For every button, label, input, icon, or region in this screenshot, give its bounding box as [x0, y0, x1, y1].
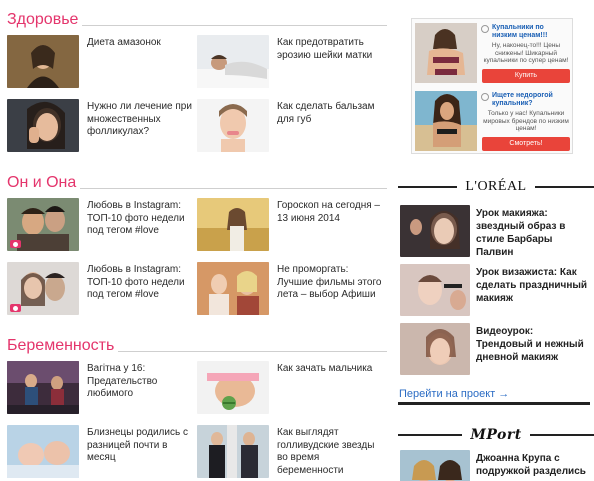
- loreal-header: L'ORÉAL: [398, 177, 594, 197]
- video-card[interactable]: Урок макияжа: звездный образ в стиле Бар…: [400, 205, 594, 259]
- article-card[interactable]: Близнецы родились с разницей почти в мес…: [7, 425, 197, 481]
- article-title[interactable]: Как предотвратить эрозию шейки матки: [277, 37, 385, 62]
- left-column: Здоровье Диета амазонок Как предотвратит…: [0, 0, 390, 481]
- section-title: Он и Она: [7, 168, 387, 192]
- article-title[interactable]: Любовь в Instagram: ТОП-10 фото недели п…: [87, 200, 195, 238]
- loreal-logo[interactable]: L'ORÉAL: [457, 179, 534, 195]
- article-thumbnail[interactable]: [7, 425, 79, 478]
- article-thumbnail[interactable]: [197, 361, 269, 414]
- video-thumbnail[interactable]: [400, 205, 470, 257]
- mport-logo[interactable]: MPort: [462, 427, 529, 443]
- go-to-project-link[interactable]: Перейти на проект →: [399, 388, 509, 400]
- section-rule: [398, 402, 590, 405]
- article-title[interactable]: Как зачать мальчика: [277, 363, 385, 376]
- article-title[interactable]: Как сделать бальзам для губ: [277, 101, 385, 126]
- article-card[interactable]: Любовь в Instagram: ТОП-10 фото недели п…: [7, 262, 197, 318]
- view-button[interactable]: Смотреть!: [482, 137, 570, 151]
- camera-icon: [10, 304, 21, 312]
- article-card[interactable]: Диета амазонок: [7, 35, 197, 91]
- article-card[interactable]: Вагітна у 16: Предательство любимого: [7, 361, 197, 417]
- video-thumbnail[interactable]: [400, 264, 470, 316]
- article-card[interactable]: Как предотвратить эрозию шейки матки: [197, 35, 387, 91]
- article-title[interactable]: Как выглядят голливудские звезды во врем…: [277, 427, 385, 477]
- article-title[interactable]: Нужно ли лечение при множественных фолли…: [87, 101, 195, 139]
- article-card[interactable]: Гороскоп на сегодня – 13 июня 2014: [197, 198, 387, 254]
- article-title[interactable]: Любовь в Instagram: ТОП-10 фото недели п…: [87, 264, 195, 302]
- ad-block: Купальники по низким ценам!!! Ну, наконе…: [411, 18, 573, 154]
- divider: [398, 186, 458, 188]
- article-thumbnail[interactable]: [7, 262, 79, 315]
- article-card[interactable]: Как выглядят голливудские звезды во врем…: [197, 425, 387, 481]
- divider: [529, 434, 594, 436]
- article-title[interactable]: Близнецы родились с разницей почти в мес…: [87, 427, 195, 465]
- section-title-text[interactable]: Беременность: [7, 337, 114, 355]
- ad-title[interactable]: Купальники по низким ценам!!!: [492, 24, 570, 40]
- ad-unit[interactable]: Ищете недорогой купальник? Только у нас!…: [412, 88, 572, 152]
- ad-image[interactable]: [415, 91, 477, 151]
- article-thumbnail[interactable]: [7, 99, 79, 152]
- article-thumbnail[interactable]: [197, 262, 269, 315]
- ad-text: Только у нас! Купальники мировых брендов…: [483, 110, 569, 132]
- ad-image[interactable]: [415, 23, 477, 83]
- article-card[interactable]: Джоанна Крупа с подружкой разделись для: [400, 450, 594, 481]
- article-thumbnail[interactable]: [197, 425, 269, 478]
- divider: [398, 434, 463, 436]
- article-thumbnail[interactable]: [197, 35, 269, 88]
- video-title[interactable]: Видеоурок: Трендовый и нежный дневной ма…: [476, 325, 592, 364]
- section-title: Здоровье: [7, 5, 387, 29]
- article-thumbnail[interactable]: [197, 99, 269, 152]
- article-thumbnail[interactable]: [7, 35, 79, 88]
- ad-title[interactable]: Ищете недорогой купальник?: [492, 92, 570, 108]
- mport-header: MPort: [398, 425, 594, 445]
- section-title-text[interactable]: Здоровье: [7, 11, 78, 29]
- video-card[interactable]: Видеоурок: Трендовый и нежный дневной ма…: [400, 323, 594, 377]
- video-title[interactable]: Урок визажиста: Как сделать праздничный …: [476, 266, 592, 305]
- section-divider: [82, 25, 387, 26]
- article-card[interactable]: Как сделать бальзам для губ: [197, 99, 387, 155]
- section-divider: [80, 188, 387, 189]
- ad-unit[interactable]: Купальники по низким ценам!!! Ну, наконе…: [412, 20, 572, 84]
- article-card[interactable]: Не проморгать: Лучшие фильмы этого лета …: [197, 262, 387, 318]
- divider: [534, 186, 594, 188]
- article-card[interactable]: Любовь в Instagram: ТОП-10 фото недели п…: [7, 198, 197, 254]
- article-title[interactable]: Джоанна Крупа с подружкой разделись для: [476, 452, 592, 481]
- section-title-text[interactable]: Он и Она: [7, 174, 76, 192]
- section-title: Беременность: [7, 331, 387, 355]
- section-divider: [118, 351, 387, 352]
- section-pregnancy: Беременность: [7, 331, 387, 355]
- article-card[interactable]: Нужно ли лечение при множественных фолли…: [7, 99, 197, 155]
- article-thumbnail[interactable]: [400, 450, 470, 481]
- article-thumbnail[interactable]: [197, 198, 269, 251]
- buy-button[interactable]: Купить: [482, 69, 570, 83]
- article-title[interactable]: Не проморгать: Лучшие фильмы этого лета …: [277, 264, 385, 302]
- camera-icon: [10, 240, 21, 248]
- ad-text: Ну, наконец-то!!! Цены снижены! Шикарный…: [483, 42, 569, 64]
- article-thumbnail[interactable]: [7, 198, 79, 251]
- article-title[interactable]: Диета амазонок: [87, 37, 195, 50]
- right-column: Купальники по низким ценам!!! Ну, наконе…: [398, 0, 594, 481]
- article-title[interactable]: Гороскоп на сегодня – 13 июня 2014: [277, 200, 385, 225]
- article-card[interactable]: Как зачать мальчика: [197, 361, 387, 417]
- info-icon[interactable]: [481, 93, 489, 101]
- article-title[interactable]: Вагітна у 16: Предательство любимого: [87, 363, 195, 401]
- info-icon[interactable]: [481, 25, 489, 33]
- video-card[interactable]: Урок визажиста: Как сделать праздничный …: [400, 264, 594, 318]
- video-thumbnail[interactable]: [400, 323, 470, 375]
- article-thumbnail[interactable]: [7, 361, 79, 414]
- section-he-and-she: Он и Она: [7, 168, 387, 192]
- video-title[interactable]: Урок макияжа: звездный образ в стиле Бар…: [476, 207, 592, 259]
- section-health: Здоровье: [7, 5, 387, 29]
